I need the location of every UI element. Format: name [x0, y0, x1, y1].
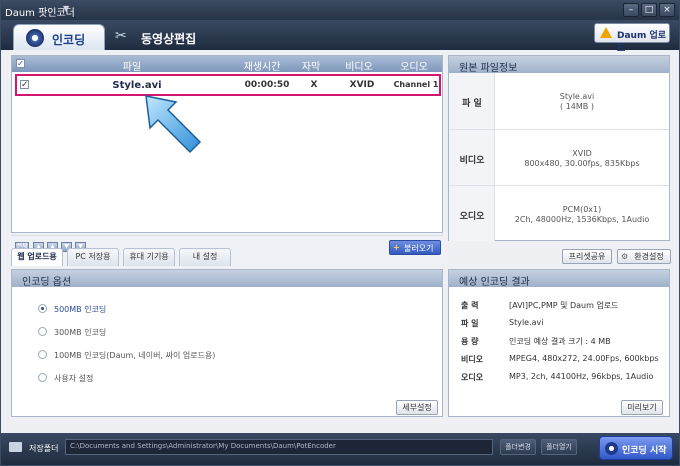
col-subtitle[interactable]: 자막	[290, 58, 332, 73]
file-table-header: ✓ 파일 재생시간 자막 비디오 오디오	[12, 56, 442, 73]
source-file-label: 파 일	[462, 99, 482, 109]
radio-selected-icon[interactable]	[38, 304, 47, 313]
source-file-value: Style.avi ( 14MB )	[559, 92, 595, 111]
preview-button[interactable]: 미리보기	[621, 400, 663, 415]
change-folder-button[interactable]: 폴더변경	[500, 439, 536, 455]
daum-upload-button[interactable]: Daum 업로드	[594, 23, 670, 54]
radio-icon[interactable]	[38, 350, 47, 359]
close-button[interactable]: ×	[659, 3, 675, 17]
tab-video-edit[interactable]: ✂ 동영상편집	[113, 26, 223, 48]
file-table: ✓ 파일 재생시간 자막 비디오 오디오 ✓ Style.avi 00:00:5…	[11, 55, 443, 233]
upload-arrow-icon	[600, 27, 612, 38]
result-file-value: Style.avi	[509, 318, 544, 327]
col-video[interactable]: 비디오	[334, 58, 384, 73]
option-300mb-label: 300MB 인코딩	[54, 328, 107, 337]
source-audio-value: PCM(0x1) 2Ch, 48000Hz, 1536Kbps, 1Audio	[514, 205, 650, 224]
row-audio: Channel 1	[393, 80, 439, 89]
row-checkbox[interactable]: ✓	[20, 80, 29, 90]
title-menu-dropdown-icon[interactable]: ▼	[63, 4, 69, 13]
gear-icon: ⚙	[621, 252, 629, 261]
radio-icon[interactable]	[38, 373, 47, 382]
result-output-label: 출 력	[461, 301, 479, 310]
row-video: XVID	[349, 80, 375, 90]
row-subtitle: X	[310, 80, 318, 90]
col-duration[interactable]: 재생시간	[237, 58, 287, 73]
encoding-options-title: 인코딩 옵션	[22, 277, 72, 288]
result-audio-label: 오디오	[461, 373, 484, 382]
scissors-icon: ✂	[115, 28, 127, 44]
encoding-options-panel: 인코딩 옵션 500MB 인코딩 300MB 인코딩 100MB 인코딩(Dau…	[11, 269, 443, 417]
plus-icon: +	[393, 243, 400, 252]
source-audio-label: 오디오	[459, 212, 485, 222]
pointer-arrow-icon	[145, 95, 202, 154]
save-folder-label: 저장폴더	[29, 444, 59, 453]
radio-icon[interactable]	[38, 327, 47, 336]
footer-bar: 저장폴더 C:\Documents and Settings\Administr…	[1, 433, 679, 465]
result-file-label: 파 일	[461, 319, 479, 328]
tab-web-upload[interactable]: 웹 업로드용	[11, 248, 63, 266]
select-all-checkbox[interactable]: ✓	[16, 59, 25, 68]
save-path-field[interactable]: C:\Documents and Settings\Administrator\…	[65, 439, 493, 455]
tab-pc-save[interactable]: PC 저장용	[67, 248, 119, 266]
expected-result-panel: 예상 인코딩 결과 출 력 [AVI]PC,PMP 및 Daum 업로드 파 일…	[448, 269, 670, 417]
env-settings-button[interactable]: ⚙ 환경설정	[617, 249, 671, 264]
folder-icon	[9, 442, 22, 452]
start-encoding-button[interactable]: 인코딩 시작	[599, 436, 673, 460]
table-row[interactable]: ✓ Style.avi 00:00:50 X XVID Channel 1	[15, 74, 441, 96]
result-output-value: [AVI]PC,PMP 및 Daum 업로드	[509, 301, 619, 310]
maximize-button[interactable]: □	[641, 3, 657, 17]
result-size-value: 인코딩 예상 결과 크기 : 4 MB	[509, 337, 611, 346]
open-file-button[interactable]: + 불러오기	[389, 240, 441, 255]
tab-video-edit-label: 동영상편집	[141, 32, 197, 46]
col-file[interactable]: 파일	[32, 58, 232, 73]
env-settings-label: 환경설정	[634, 252, 664, 261]
start-encoding-label: 인코딩 시작	[622, 446, 667, 456]
result-size-label: 용 량	[461, 337, 479, 346]
result-video-value: MPEG4, 480x272, 24.00Fps, 600kbps	[509, 354, 659, 363]
encoding-options-header: 인코딩 옵션	[12, 270, 442, 288]
result-audio-value: MP3, 2ch, 44100Hz, 96kbps, 1Audio	[509, 372, 654, 381]
daum-upload-label: Daum 업로드	[617, 31, 667, 54]
main-header: 인코딩 ✂ 동영상편집 Daum 업로드	[1, 20, 679, 54]
title-bar: Daum 팟인코더 ▼ – □ ×	[1, 1, 679, 20]
tab-mobile[interactable]: 휴대 기기용	[123, 248, 175, 266]
result-video-label: 비디오	[461, 355, 484, 364]
option-custom-label: 사용자 설정	[54, 374, 94, 383]
detail-settings-button[interactable]: 세부설정	[396, 400, 438, 415]
tab-my-settings[interactable]: 내 설정	[179, 248, 231, 266]
source-info-title: 원본 파일정보	[459, 63, 518, 74]
option-500mb-label: 500MB 인코딩	[54, 305, 107, 314]
col-audio[interactable]: 오디오	[386, 58, 442, 73]
tab-encoding[interactable]: 인코딩	[13, 24, 105, 50]
film-reel-icon	[26, 29, 44, 47]
row-file: Style.avi	[112, 80, 162, 91]
option-100mb-label: 100MB 인코딩(Daum, 네이버, 싸이 업로드용)	[54, 351, 216, 360]
open-file-label: 불러오기	[404, 244, 434, 253]
row-duration: 00:00:50	[244, 80, 290, 90]
app-window: Daum 팟인코더 ▼ – □ × 인코딩 ✂ 동영상편집 Daum 업로드 ✓…	[0, 0, 680, 466]
preset-share-button[interactable]: 프리셋공유	[562, 249, 612, 264]
encode-icon	[605, 442, 618, 455]
minimize-button[interactable]: –	[623, 3, 639, 17]
source-video-label: 비디오	[459, 156, 485, 166]
tab-encoding-label: 인코딩	[52, 33, 86, 47]
source-video-value: XVID 800x480, 30.00fps, 835Kbps	[524, 149, 640, 168]
source-info-panel: 원본 파일정보 파 일 Style.avi ( 14MB ) 비디오 XVID …	[448, 55, 670, 241]
open-folder-button[interactable]: 폴더열기	[541, 439, 577, 455]
expected-result-header: 예상 인코딩 결과	[449, 270, 669, 288]
source-info-header: 원본 파일정보	[449, 56, 669, 74]
expected-result-title: 예상 인코딩 결과	[459, 277, 530, 288]
